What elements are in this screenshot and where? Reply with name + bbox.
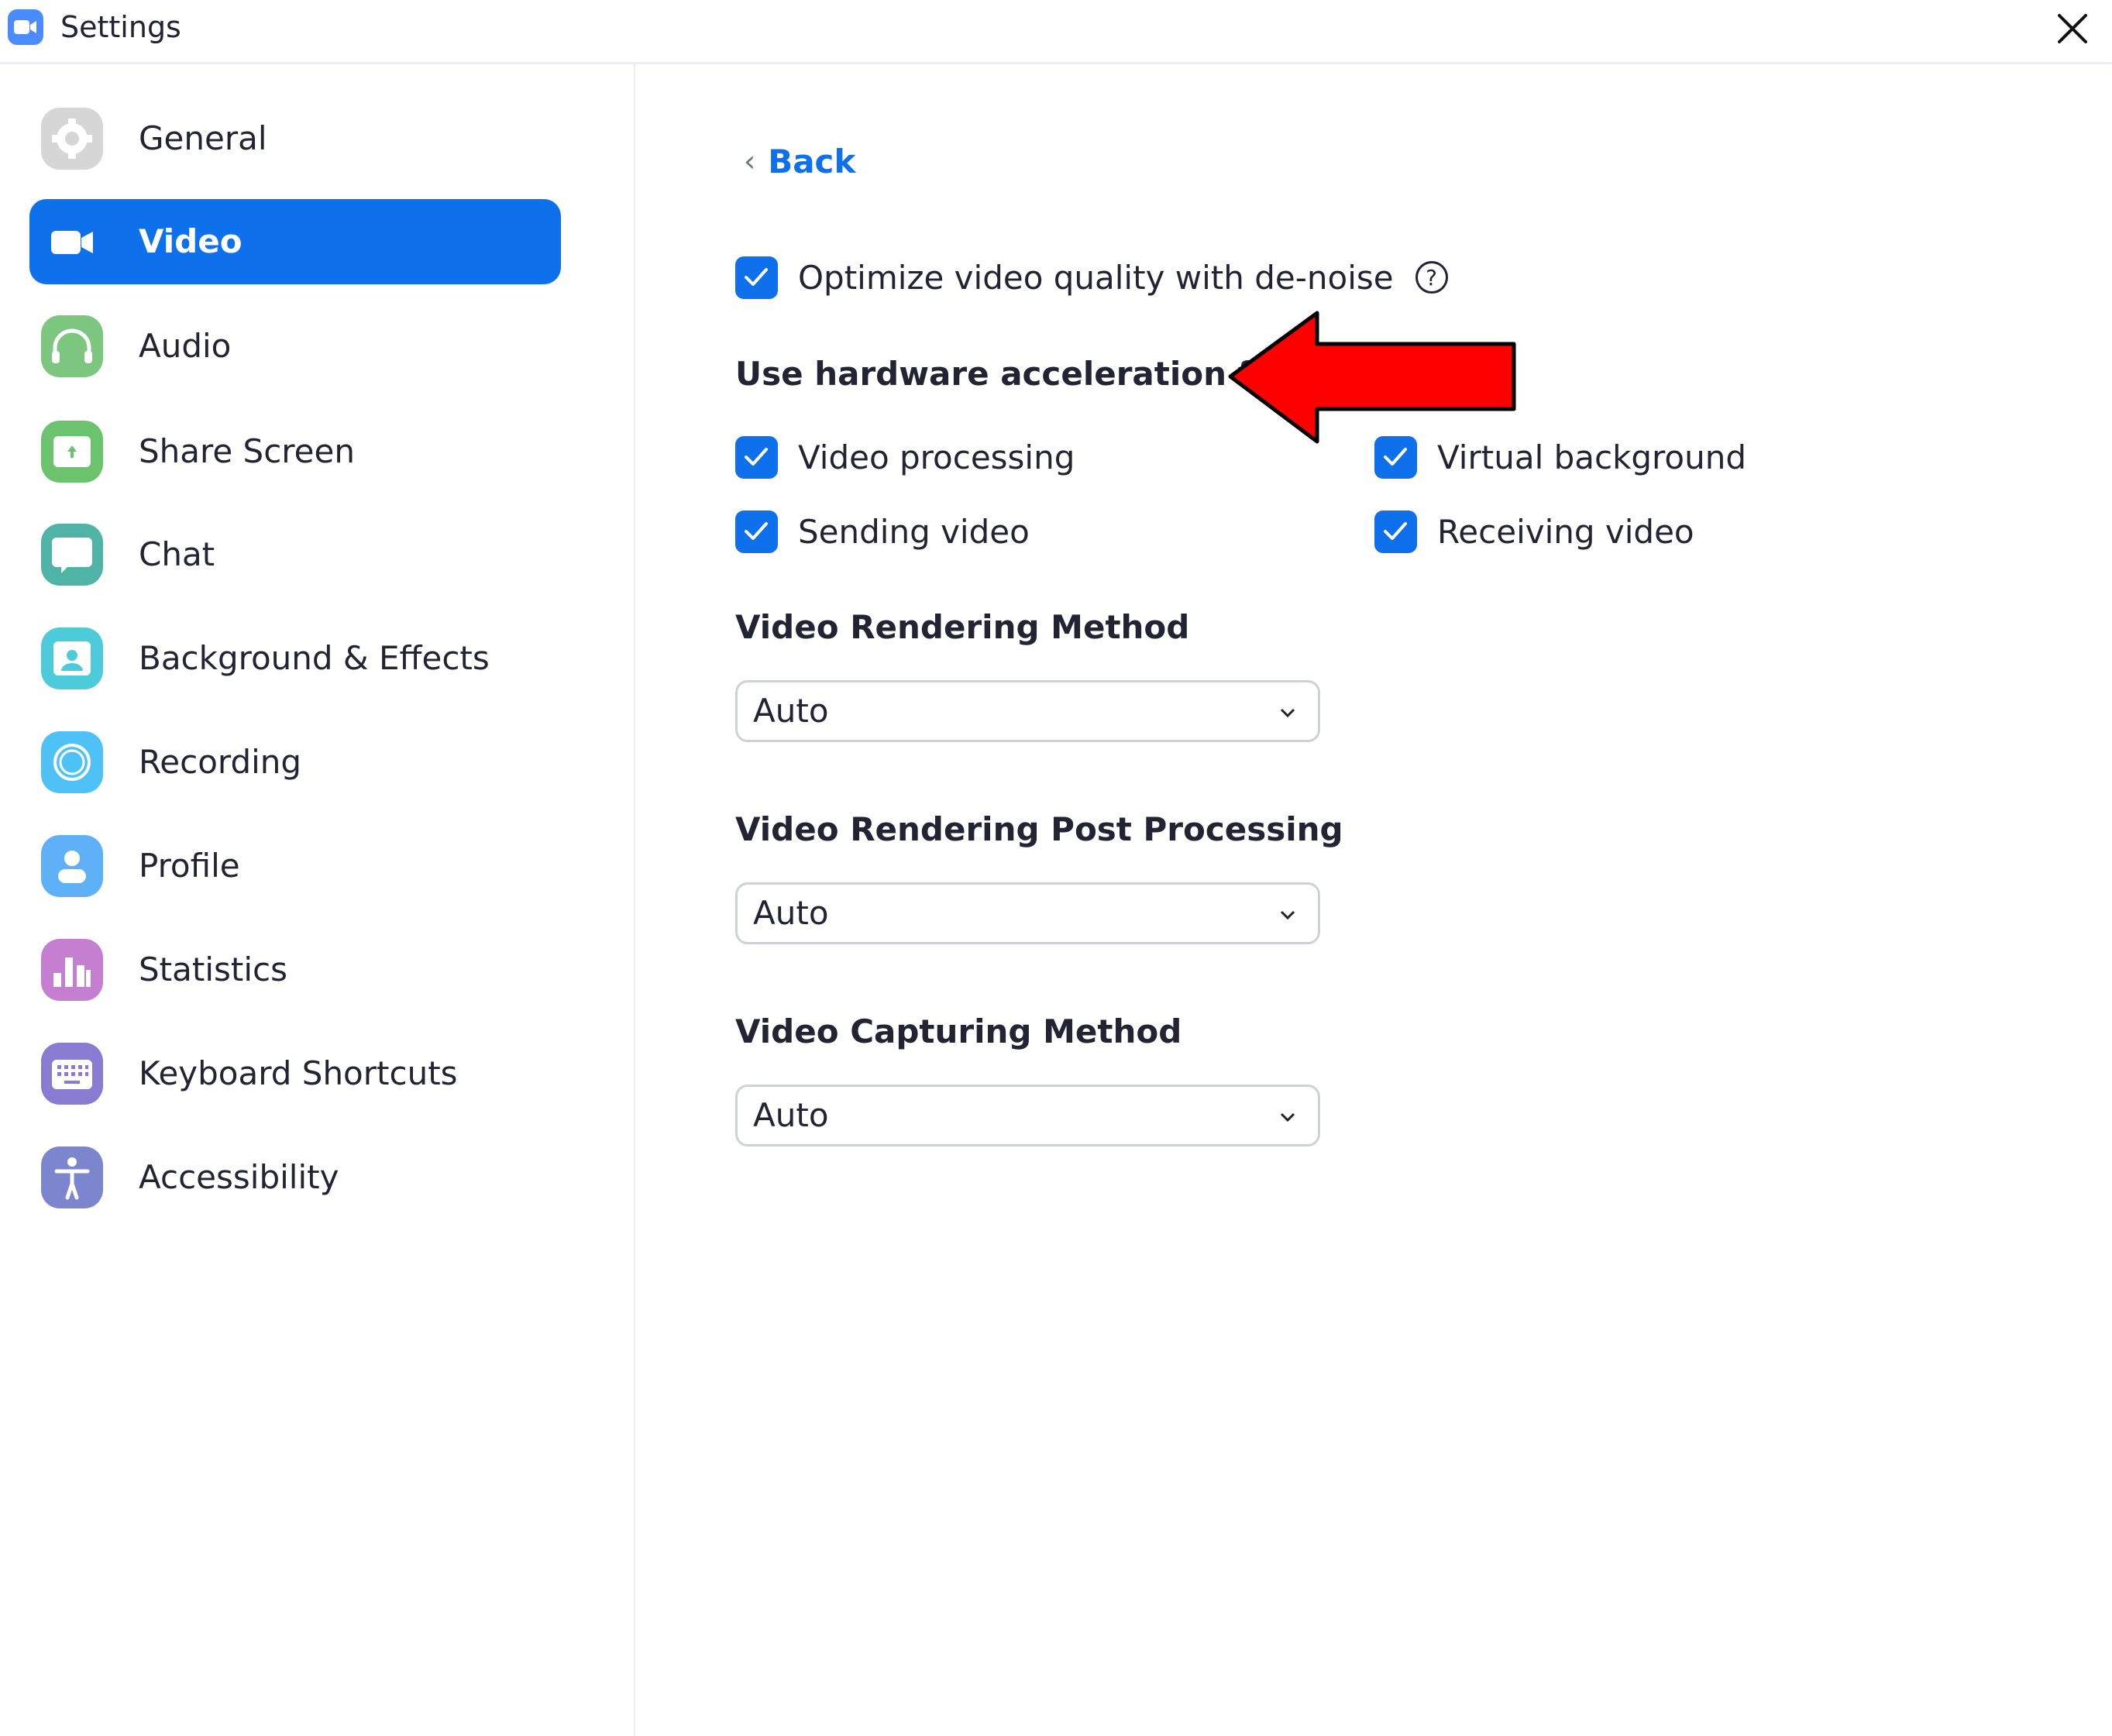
capturing-method-select[interactable]: Auto — [735, 1085, 1320, 1146]
headphones-icon — [41, 315, 103, 377]
rendering-method-value: Auto — [753, 692, 829, 730]
sidebar-item-share-screen[interactable]: Share Screen — [29, 409, 561, 494]
chevron-down-icon — [1280, 1112, 1295, 1122]
sidebar-item-profile[interactable]: Profile — [29, 823, 561, 909]
post-processing-heading: Video Rendering Post Processing — [735, 810, 1343, 848]
video-processing-label: Video processing — [798, 438, 1075, 476]
share-screen-icon — [41, 421, 103, 483]
record-circle-icon — [41, 731, 103, 793]
receiving-video-checkbox[interactable] — [1374, 510, 1417, 553]
denoise-checkbox[interactable] — [735, 256, 778, 299]
gear-icon — [41, 108, 103, 170]
help-icon[interactable]: ? — [1415, 261, 1448, 294]
rendering-method-select[interactable]: Auto — [735, 680, 1320, 742]
sidebar-item-accessibility[interactable]: Accessibility — [29, 1135, 561, 1220]
sidebar-item-keyboard-shortcuts[interactable]: Keyboard Shortcuts — [29, 1031, 561, 1116]
video-camera-icon — [41, 211, 103, 273]
sidebar-item-background-effects[interactable]: Background & Effects — [29, 616, 561, 701]
keyboard-icon — [41, 1043, 103, 1105]
sending-video-label: Sending video — [798, 512, 1030, 551]
sidebar-item-chat[interactable]: Chat — [29, 512, 561, 597]
zoom-app-icon — [8, 9, 43, 45]
back-button[interactable]: ‹ Back — [744, 138, 855, 184]
denoise-label: Optimize video quality with de-noise — [798, 258, 1394, 297]
hw-option-sending-video[interactable]: Sending video — [735, 508, 1030, 555]
sidebar-item-statistics[interactable]: Statistics — [29, 927, 561, 1012]
receiving-video-label: Receiving video — [1437, 512, 1694, 551]
close-icon[interactable] — [2053, 9, 2092, 48]
chevron-down-icon — [1280, 708, 1295, 718]
title-bar: Settings — [0, 0, 2112, 64]
bar-chart-icon — [41, 939, 103, 1001]
sidebar-item-recording[interactable]: Recording — [29, 720, 561, 805]
sidebar-item-general[interactable]: General — [29, 96, 561, 181]
video-processing-checkbox[interactable] — [735, 435, 778, 479]
chat-bubble-icon — [41, 524, 103, 586]
sidebar-item-audio[interactable]: Audio — [29, 304, 561, 389]
capturing-method-heading: Video Capturing Method — [735, 1012, 1182, 1050]
hw-accel-heading: Use hardware acceleration for — [735, 355, 1291, 393]
hw-option-video-processing[interactable]: Video processing — [735, 434, 1075, 480]
capturing-method-value: Auto — [753, 1096, 829, 1134]
sending-video-checkbox[interactable] — [735, 510, 778, 553]
sidebar: General Video Audio Share Screen Chat Ba… — [0, 64, 635, 1736]
post-processing-value: Auto — [753, 894, 829, 932]
rendering-method-heading: Video Rendering Method — [735, 608, 1190, 646]
accessibility-icon — [41, 1146, 103, 1208]
hw-option-receiving-video[interactable]: Receiving video — [1374, 508, 1694, 555]
sidebar-item-video[interactable]: Video — [29, 199, 561, 284]
background-person-icon — [41, 627, 103, 689]
denoise-checkbox-row[interactable]: Optimize video quality with de-noise ? — [735, 254, 1448, 301]
profile-person-icon — [41, 835, 103, 897]
post-processing-select[interactable]: Auto — [735, 882, 1320, 944]
chevron-down-icon — [1280, 910, 1295, 920]
window-title: Settings — [60, 10, 181, 44]
chevron-left-icon: ‹ — [744, 144, 756, 178]
red-arrow-annotation — [1228, 311, 1516, 444]
